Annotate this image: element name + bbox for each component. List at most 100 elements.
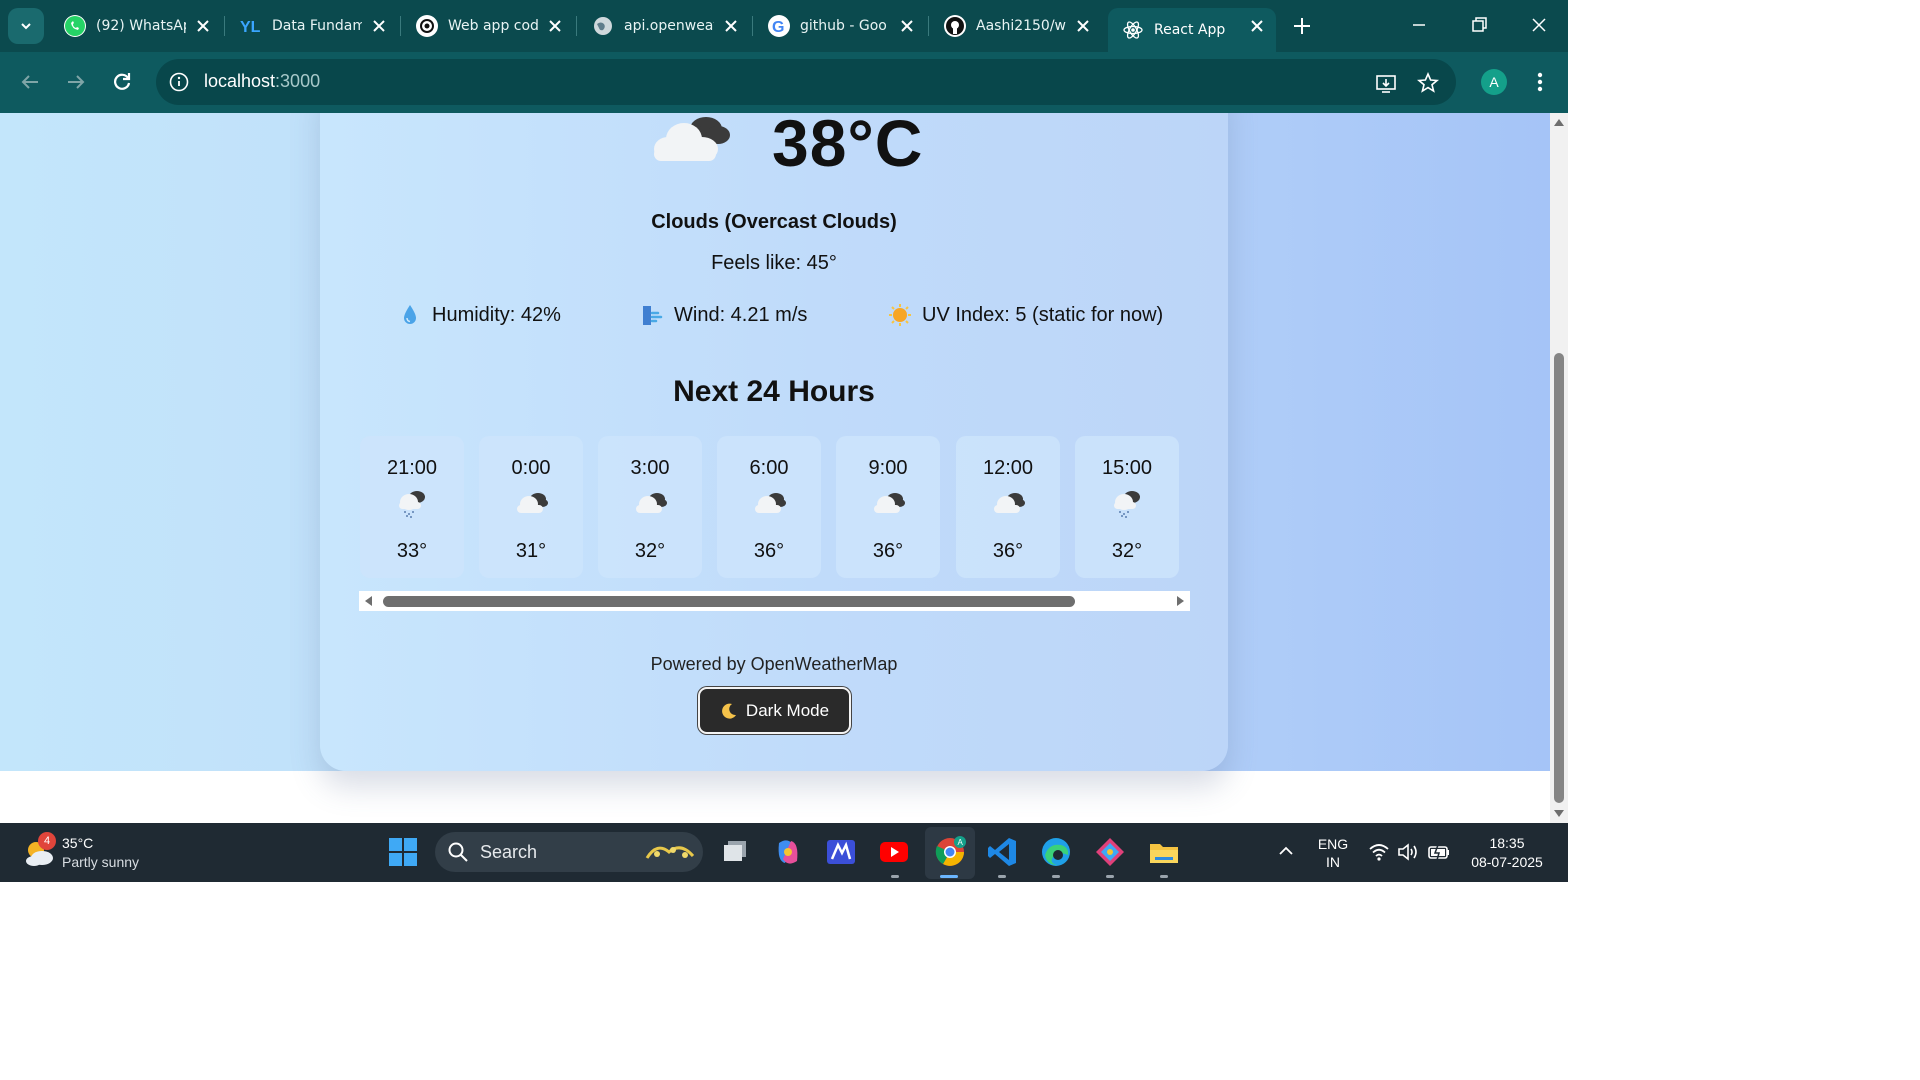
url-text[interactable]: localhost:3000 [204, 71, 320, 92]
wifi-icon[interactable] [1368, 842, 1390, 862]
tab-web-app-code[interactable]: Web app cod [402, 8, 574, 44]
scroll-left-icon[interactable] [363, 595, 375, 607]
youtube-icon[interactable] [877, 835, 911, 869]
forward-icon[interactable] [62, 68, 90, 96]
volume-icon[interactable] [1397, 842, 1419, 862]
tab-data-fundamentals[interactable]: YL Data Fundam [226, 8, 398, 44]
tab-react-app[interactable]: React App [1108, 8, 1276, 52]
install-app-icon[interactable] [1374, 71, 1398, 95]
chevron-down-icon [21, 23, 31, 30]
edge-icon[interactable] [1039, 835, 1073, 869]
chevron-up-icon[interactable] [1277, 842, 1295, 860]
back-icon[interactable] [16, 68, 44, 96]
forecast-list[interactable]: 21:00 33° 0:00 31° 3:00 32° 6:00 36° 9:0… [360, 436, 1190, 578]
yl-icon: YL [240, 15, 262, 37]
uv-text: UV Index: 5 (static for now) [922, 303, 1164, 326]
address-bar[interactable]: localhost:3000 [156, 59, 1456, 105]
scroll-right-icon[interactable] [1174, 595, 1186, 607]
close-window-icon[interactable] [1528, 14, 1550, 36]
weather-widget[interactable]: 4 35°C Partly sunny [24, 832, 154, 874]
language-code: ENG [1317, 836, 1349, 852]
close-icon[interactable] [1248, 17, 1266, 35]
copilot-icon[interactable] [771, 835, 805, 869]
file-explorer-icon[interactable] [1147, 835, 1181, 869]
windows-start-icon[interactable] [386, 835, 420, 869]
tab-github-repo[interactable]: Aashi2150/w [930, 8, 1102, 44]
rain-cloud-icon [399, 491, 425, 518]
cloud-icon [994, 493, 1025, 513]
whatsapp-icon [64, 15, 86, 37]
forecast-time: 3:00 [630, 457, 670, 479]
forecast-horizontal-scrollbar[interactable] [359, 591, 1190, 611]
forecast-time: 15:00 [1101, 457, 1153, 479]
page-viewport: 38°C Clouds (Overcast Clouds) Feels like… [0, 113, 1550, 823]
tab-google-search[interactable]: G github - Goo [754, 8, 926, 44]
close-icon[interactable] [370, 17, 388, 35]
snipping-tool-icon[interactable] [1093, 835, 1127, 869]
clock-date: 08-07-2025 [1471, 854, 1543, 870]
current-temperature: 38°C [772, 113, 924, 180]
tab-separator [752, 16, 753, 36]
taskbar: 4 35°C Partly sunny Search A ENG IN 18:3… [0, 823, 1568, 882]
tab-whatsapp[interactable]: (92) WhatsAp [50, 8, 222, 44]
system-clock[interactable]: 18:35 08-07-2025 [1462, 834, 1552, 872]
restore-icon[interactable] [1468, 14, 1490, 36]
wind-icon [643, 306, 663, 325]
close-icon[interactable] [1074, 17, 1092, 35]
tab-title: Aashi2150/w [976, 18, 1066, 34]
m365-icon[interactable] [824, 835, 858, 869]
tab-search-dropdown[interactable] [8, 8, 44, 44]
overcast-cloud-icon [654, 117, 730, 161]
close-icon[interactable] [898, 17, 916, 35]
close-icon[interactable] [194, 17, 212, 35]
svg-text:YL: YL [240, 19, 261, 36]
vscode-icon[interactable] [985, 835, 1019, 869]
forecast-temp: 33° [396, 540, 428, 562]
reload-icon[interactable] [108, 68, 136, 96]
search-label: Search [480, 842, 538, 862]
dark-mode-label: Dark Mode [745, 700, 830, 720]
taskbar-search[interactable]: Search [435, 832, 703, 872]
wind-stat: Wind: 4.21 m/s [640, 303, 807, 327]
tab-separator [928, 16, 929, 36]
browser-toolbar: localhost:3000 A [0, 52, 1568, 113]
sun-icon [889, 304, 911, 326]
svg-text:G: G [772, 19, 784, 36]
task-view-icon[interactable] [718, 835, 752, 869]
more-menu-icon[interactable] [1530, 68, 1550, 96]
close-icon[interactable] [546, 17, 564, 35]
forecast-title: Next 24 Hours [673, 375, 875, 408]
droplet-icon [404, 305, 416, 324]
scroll-down-icon[interactable] [1553, 807, 1565, 819]
tab-title: api.openweat [624, 18, 714, 34]
forecast-time: 0:00 [511, 457, 551, 479]
profile-avatar[interactable]: A [1481, 69, 1507, 95]
notification-badge: 4 [38, 832, 56, 850]
globe-icon [592, 15, 614, 37]
search-icon [448, 842, 468, 862]
dark-mode-button[interactable]: Dark Mode [698, 687, 851, 734]
forecast-temp: 36° [753, 540, 785, 562]
running-indicator [1160, 875, 1168, 878]
moon-icon [722, 703, 736, 719]
tab-strip: (92) WhatsAp YL Data Fundam Web app cod … [0, 0, 1568, 52]
battery-icon[interactable] [1427, 843, 1451, 861]
scroll-up-icon[interactable] [1553, 117, 1565, 129]
svg-text:A: A [958, 838, 964, 847]
forecast-temp: 36° [872, 540, 904, 562]
running-indicator [891, 875, 899, 878]
site-info-icon[interactable] [168, 71, 190, 93]
tab-openweather-api[interactable]: api.openweat [578, 8, 750, 44]
language-indicator[interactable]: ENG IN [1314, 835, 1352, 871]
close-icon[interactable] [722, 17, 740, 35]
forecast-temp: 32° [634, 540, 666, 562]
bookmark-star-icon[interactable] [1416, 71, 1440, 95]
forecast-temp: 36° [992, 540, 1024, 562]
minimize-icon[interactable] [1408, 14, 1430, 36]
scrollbar-thumb[interactable] [383, 596, 1075, 607]
chrome-icon[interactable]: A [933, 835, 967, 869]
scrollbar-thumb[interactable] [1554, 353, 1564, 803]
widget-temperature: 35°C [62, 835, 94, 851]
new-tab-icon[interactable] [1288, 12, 1316, 40]
page-vertical-scrollbar[interactable] [1550, 113, 1568, 823]
